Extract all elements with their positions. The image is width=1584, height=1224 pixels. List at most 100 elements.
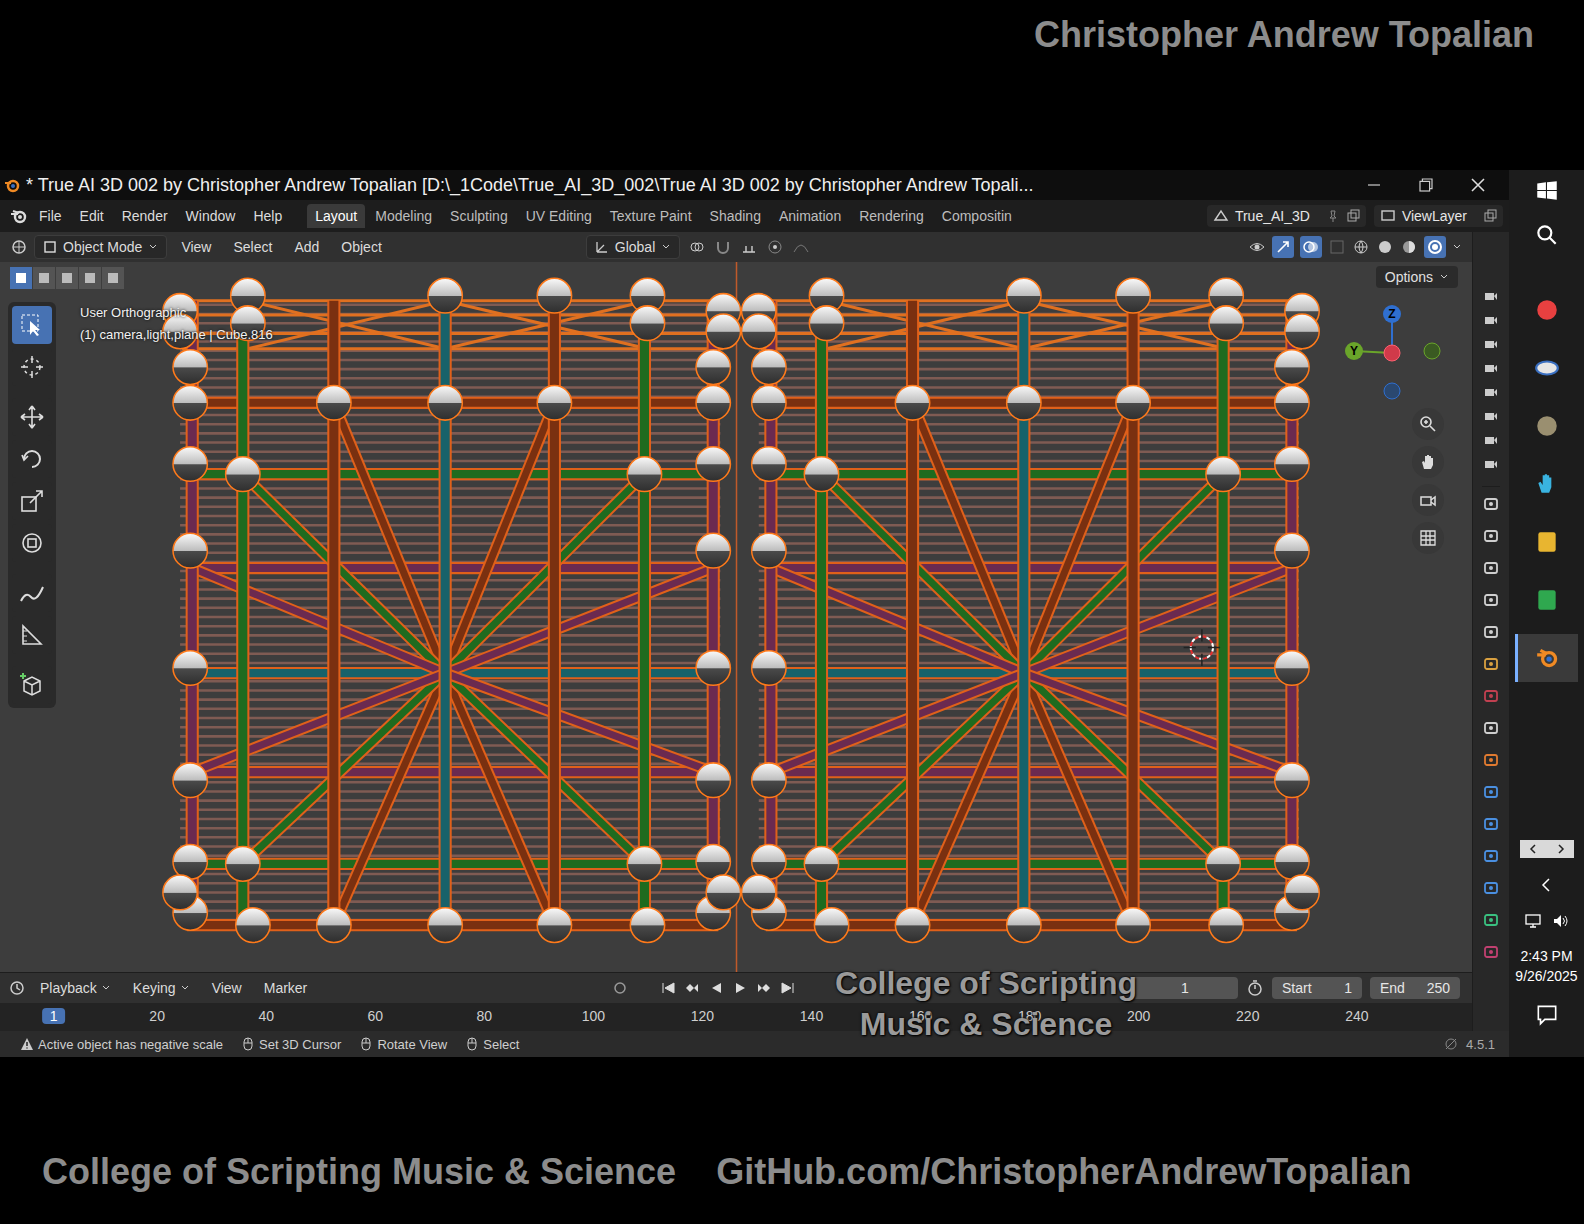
tool-button[interactable] bbox=[12, 398, 52, 436]
joint-sphere[interactable] bbox=[173, 533, 207, 568]
joint-sphere[interactable] bbox=[696, 763, 730, 798]
workspace-tab[interactable]: Shading bbox=[702, 204, 769, 228]
joint-sphere[interactable] bbox=[742, 875, 776, 910]
mode-dropdown[interactable]: Object Mode bbox=[34, 235, 167, 259]
properties-tab-icon[interactable] bbox=[1482, 591, 1500, 609]
joint-sphere[interactable] bbox=[236, 908, 270, 943]
gizmo-axis[interactable]: Y bbox=[1345, 342, 1363, 360]
joint-sphere[interactable] bbox=[1007, 385, 1041, 420]
joint-sphere[interactable] bbox=[804, 457, 838, 492]
workspace-tab[interactable]: Modeling bbox=[367, 204, 440, 228]
properties-tab-icon[interactable] bbox=[1482, 751, 1500, 769]
volume-icon[interactable] bbox=[1552, 912, 1570, 930]
taskbar-app[interactable] bbox=[1517, 402, 1577, 450]
lattice-scene[interactable] bbox=[0, 262, 1472, 972]
pivot-icon[interactable] bbox=[688, 238, 706, 256]
search-icon[interactable] bbox=[1534, 222, 1560, 248]
timeline-menu[interactable]: Keying bbox=[125, 978, 198, 998]
taskbar-app[interactable] bbox=[1517, 344, 1577, 392]
camera-icon[interactable] bbox=[1483, 336, 1499, 352]
play-icon[interactable] bbox=[731, 979, 749, 997]
gizmo-axis[interactable]: Z bbox=[1383, 305, 1401, 323]
viewport-menu[interactable]: Add bbox=[286, 237, 327, 257]
menu-item[interactable]: Render bbox=[115, 205, 175, 227]
joint-sphere[interactable] bbox=[1116, 385, 1150, 420]
copy-icon[interactable] bbox=[1346, 209, 1360, 223]
jump-start-icon[interactable] bbox=[659, 979, 677, 997]
joint-sphere[interactable] bbox=[752, 763, 786, 798]
editor-type-icon[interactable] bbox=[10, 238, 28, 256]
joint-sphere[interactable] bbox=[696, 844, 730, 879]
taskbar-app[interactable] bbox=[1515, 634, 1578, 682]
joint-sphere[interactable] bbox=[173, 651, 207, 686]
scroll-right-icon[interactable] bbox=[1554, 842, 1568, 856]
menu-item[interactable]: File bbox=[32, 205, 69, 227]
copy-icon[interactable] bbox=[1483, 209, 1497, 223]
properties-tab-icon[interactable] bbox=[1482, 719, 1500, 737]
timeline-menu[interactable]: Playback bbox=[32, 978, 119, 998]
tool-button[interactable] bbox=[12, 306, 52, 344]
joint-sphere[interactable] bbox=[752, 533, 786, 568]
joint-sphere[interactable] bbox=[752, 350, 786, 385]
select-mode-button[interactable] bbox=[79, 267, 101, 289]
snap-icon[interactable] bbox=[714, 238, 732, 256]
joint-sphere[interactable] bbox=[1275, 533, 1309, 568]
joint-sphere[interactable] bbox=[1209, 306, 1243, 341]
notification-icon[interactable] bbox=[1534, 1002, 1560, 1028]
joint-sphere[interactable] bbox=[627, 847, 661, 882]
material-shading-icon[interactable] bbox=[1400, 238, 1418, 256]
pin-icon[interactable] bbox=[1326, 209, 1340, 223]
prev-keyframe-icon[interactable] bbox=[683, 979, 701, 997]
select-mode-button[interactable] bbox=[33, 267, 55, 289]
proportional-edit-icon[interactable] bbox=[766, 238, 784, 256]
workspace-tab[interactable]: Texture Paint bbox=[602, 204, 700, 228]
joint-sphere[interactable] bbox=[1275, 350, 1309, 385]
restore-icon[interactable] bbox=[1409, 173, 1443, 197]
tool-button[interactable] bbox=[12, 482, 52, 520]
joint-sphere[interactable] bbox=[317, 908, 351, 943]
3d-viewport[interactable]: User Orthographic(1) camera,light,plane … bbox=[0, 262, 1472, 972]
joint-sphere[interactable] bbox=[696, 651, 730, 686]
close-icon[interactable] bbox=[1461, 173, 1495, 197]
options-dropdown[interactable]: Options bbox=[1376, 266, 1458, 288]
joint-sphere[interactable] bbox=[752, 844, 786, 879]
tool-button[interactable] bbox=[12, 524, 52, 562]
joint-sphere[interactable] bbox=[627, 457, 661, 492]
joint-sphere[interactable] bbox=[537, 278, 571, 313]
joint-sphere[interactable] bbox=[895, 908, 929, 943]
joint-sphere[interactable] bbox=[163, 875, 197, 910]
joint-sphere[interactable] bbox=[706, 314, 740, 349]
camera-icon[interactable] bbox=[1483, 456, 1499, 472]
workspace-tab[interactable]: Compositin bbox=[934, 204, 1020, 228]
joint-sphere[interactable] bbox=[696, 350, 730, 385]
joint-sphere[interactable] bbox=[173, 447, 207, 482]
joint-sphere[interactable] bbox=[752, 651, 786, 686]
current-frame-field[interactable]: 1 bbox=[1132, 977, 1238, 999]
joint-sphere[interactable] bbox=[537, 385, 571, 420]
joint-sphere[interactable] bbox=[804, 847, 838, 882]
joint-sphere[interactable] bbox=[173, 763, 207, 798]
joint-sphere[interactable] bbox=[630, 908, 664, 943]
gizmo-neg-z[interactable] bbox=[1384, 383, 1400, 399]
viewport-menu[interactable]: Select bbox=[225, 237, 280, 257]
joint-sphere[interactable] bbox=[1285, 314, 1319, 349]
joint-sphere[interactable] bbox=[226, 457, 260, 492]
joint-sphere[interactable] bbox=[428, 908, 462, 943]
camera-icon[interactable] bbox=[1483, 360, 1499, 376]
joint-sphere[interactable] bbox=[814, 908, 848, 943]
xray-icon[interactable] bbox=[1328, 238, 1346, 256]
tool-button[interactable] bbox=[12, 348, 52, 386]
workspace-tab[interactable]: Animation bbox=[771, 204, 849, 228]
joint-sphere[interactable] bbox=[1116, 278, 1150, 313]
timeline-menu[interactable]: View bbox=[204, 978, 250, 998]
chevron-down-icon[interactable] bbox=[1452, 242, 1462, 252]
joint-sphere[interactable] bbox=[1007, 908, 1041, 943]
joint-sphere[interactable] bbox=[1275, 447, 1309, 482]
orientation-dropdown[interactable]: Global bbox=[586, 235, 680, 259]
play-reverse-icon[interactable] bbox=[707, 979, 725, 997]
camera-icon[interactable] bbox=[1483, 312, 1499, 328]
joint-sphere[interactable] bbox=[752, 385, 786, 420]
properties-tab-icon[interactable] bbox=[1482, 623, 1500, 641]
properties-tab-icon[interactable] bbox=[1482, 847, 1500, 865]
3d-cursor-icon[interactable] bbox=[1184, 629, 1220, 666]
